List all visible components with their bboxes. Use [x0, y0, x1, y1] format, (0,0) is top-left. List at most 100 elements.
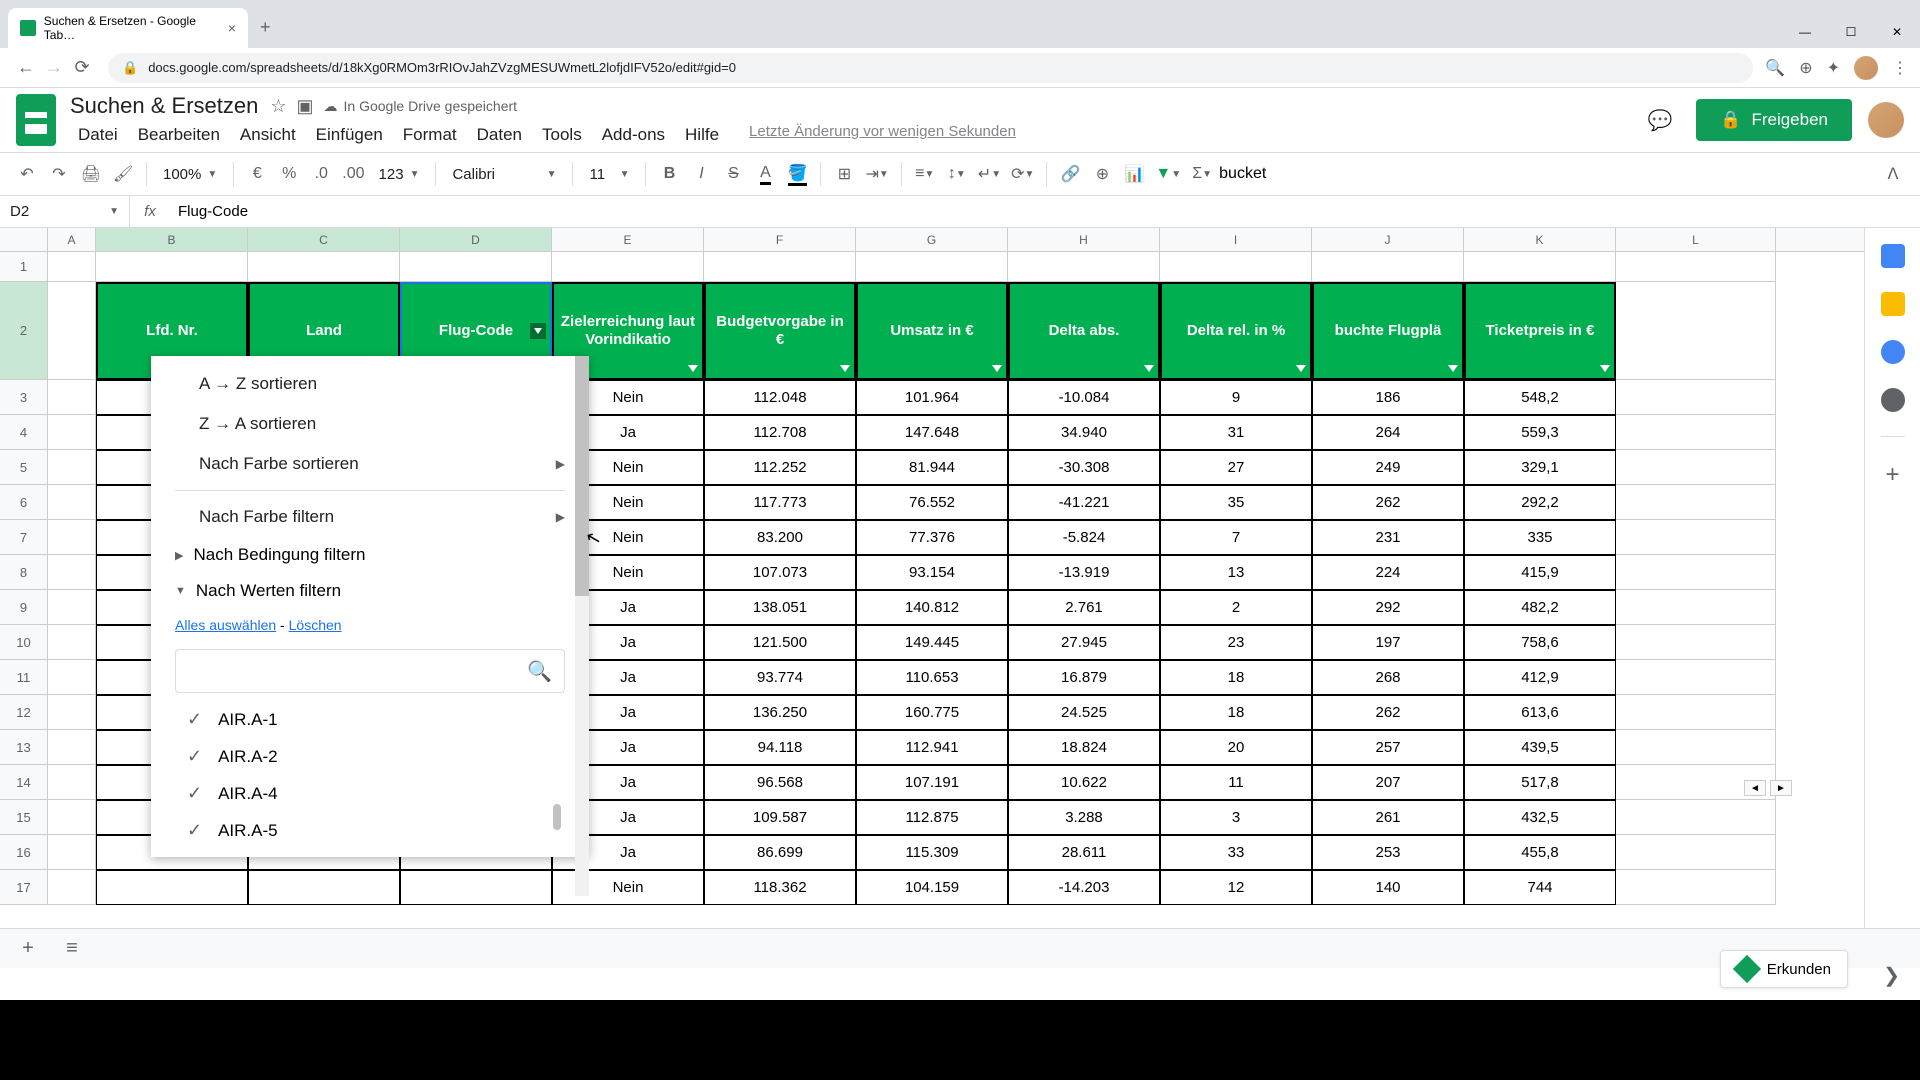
- cell[interactable]: 104.159: [856, 870, 1008, 905]
- cell[interactable]: [1616, 415, 1776, 450]
- cell[interactable]: [48, 625, 96, 660]
- cell[interactable]: [48, 730, 96, 765]
- cell[interactable]: [1616, 590, 1776, 625]
- cell[interactable]: 292: [1312, 590, 1464, 625]
- table-header-cell[interactable]: buchte Flugplä: [1312, 282, 1464, 380]
- cell[interactable]: -5.824: [1008, 520, 1160, 555]
- cell[interactable]: 81.944: [856, 450, 1008, 485]
- cell[interactable]: 28.611: [1008, 835, 1160, 870]
- cell[interactable]: 257: [1312, 730, 1464, 765]
- cell[interactable]: 110.653: [856, 660, 1008, 695]
- strikethrough-button[interactable]: S: [718, 159, 748, 189]
- cell[interactable]: [48, 415, 96, 450]
- paint-format-button[interactable]: 🖌: [108, 159, 138, 189]
- explore-button[interactable]: Erkunden: [1720, 950, 1848, 988]
- spreadsheet-grid[interactable]: A B C D E F G H I J K L 12Lfd. Nr.LandFl…: [0, 228, 1864, 928]
- menu-tools[interactable]: Tools: [534, 123, 590, 147]
- link-button[interactable]: 🔗: [1055, 159, 1085, 189]
- percent-button[interactable]: %: [274, 159, 304, 189]
- cell[interactable]: -10.084: [1008, 380, 1160, 415]
- add-sheet-button[interactable]: +: [12, 933, 44, 965]
- cell[interactable]: 136.250: [704, 695, 856, 730]
- user-avatar[interactable]: [1868, 102, 1904, 138]
- cell[interactable]: 34.940: [1008, 415, 1160, 450]
- row-header[interactable]: 13: [0, 730, 48, 765]
- cell[interactable]: -30.308: [1008, 450, 1160, 485]
- last-change-link[interactable]: Letzte Änderung vor wenigen Sekunden: [749, 123, 1016, 147]
- reload-button[interactable]: ⟳: [68, 54, 96, 82]
- menu-daten[interactable]: Daten: [469, 123, 530, 147]
- cell[interactable]: [400, 252, 552, 282]
- search-addr-icon[interactable]: 🔍: [1765, 58, 1785, 78]
- col-header-K[interactable]: K: [1464, 228, 1616, 251]
- cell[interactable]: 264: [1312, 415, 1464, 450]
- hscroll-left-button[interactable]: ◄: [1744, 780, 1766, 796]
- select-all-link[interactable]: Alles auswählen: [175, 617, 276, 633]
- cell[interactable]: [1616, 450, 1776, 485]
- cell[interactable]: 613,6: [1464, 695, 1616, 730]
- col-header-E[interactable]: E: [552, 228, 704, 251]
- select-all-corner[interactable]: [0, 228, 48, 251]
- filter-value-item[interactable]: ✓AIR.A-5: [175, 812, 565, 849]
- cell[interactable]: 101.964: [856, 380, 1008, 415]
- cell[interactable]: [1616, 730, 1776, 765]
- dropdown-scrollbar-thumb[interactable]: [575, 356, 589, 596]
- cell[interactable]: [96, 870, 248, 905]
- cell[interactable]: 93.774: [704, 660, 856, 695]
- filter-button[interactable]: ▼▼: [1151, 159, 1185, 189]
- comment-button[interactable]: ⊕: [1087, 159, 1117, 189]
- cell[interactable]: 261: [1312, 800, 1464, 835]
- cell[interactable]: [1616, 252, 1776, 282]
- tasks-sidebar-icon[interactable]: [1881, 340, 1905, 364]
- menu-hilfe[interactable]: Hilfe: [677, 123, 727, 147]
- cell[interactable]: 18.824: [1008, 730, 1160, 765]
- url-input[interactable]: 🔒 docs.google.com/spreadsheets/d/18kXg0R…: [108, 53, 1753, 83]
- functions-button[interactable]: Σ▼: [1187, 159, 1217, 189]
- browser-tab[interactable]: Suchen & Ersetzen - Google Tab… ×: [8, 8, 248, 48]
- cell[interactable]: [1616, 520, 1776, 555]
- row-header[interactable]: 2: [0, 282, 48, 380]
- cell[interactable]: 93.154: [856, 555, 1008, 590]
- row-header[interactable]: 12: [0, 695, 48, 730]
- filter-value-item[interactable]: ✓AIR.A-4: [175, 775, 565, 812]
- menu-addons[interactable]: Add-ons: [594, 123, 673, 147]
- cell[interactable]: 517,8: [1464, 765, 1616, 800]
- row-header[interactable]: 8: [0, 555, 48, 590]
- cell[interactable]: [1160, 252, 1312, 282]
- italic-button[interactable]: I: [686, 159, 716, 189]
- cell[interactable]: 439,5: [1464, 730, 1616, 765]
- row-header[interactable]: 5: [0, 450, 48, 485]
- cell[interactable]: 117.773: [704, 485, 856, 520]
- cell[interactable]: 107.191: [856, 765, 1008, 800]
- sheets-logo[interactable]: [16, 94, 56, 146]
- cell[interactable]: 112.875: [856, 800, 1008, 835]
- share-button[interactable]: 🔒 Freigeben: [1696, 99, 1852, 141]
- zoom-select[interactable]: 100%▼: [155, 166, 225, 183]
- cell[interactable]: [48, 870, 96, 905]
- cell[interactable]: 35: [1160, 485, 1312, 520]
- cell[interactable]: 112.252: [704, 450, 856, 485]
- cell[interactable]: [1616, 660, 1776, 695]
- cell[interactable]: 2.761: [1008, 590, 1160, 625]
- cell[interactable]: [48, 835, 96, 870]
- filter-value-item[interactable]: ✓AIR.A-1: [175, 701, 565, 738]
- close-window-button[interactable]: ✕: [1874, 16, 1920, 48]
- cell[interactable]: 412,9: [1464, 660, 1616, 695]
- table-header-cell[interactable]: Budgetvorgabe in €: [704, 282, 856, 380]
- cell[interactable]: 33: [1160, 835, 1312, 870]
- undo-button[interactable]: ↶: [12, 159, 42, 189]
- halign-button[interactable]: ≡▼: [910, 159, 940, 189]
- minimize-button[interactable]: —: [1782, 16, 1828, 48]
- cell[interactable]: 13: [1160, 555, 1312, 590]
- cell[interactable]: 121.500: [704, 625, 856, 660]
- merge-button[interactable]: ⇥▼: [861, 159, 892, 189]
- cell[interactable]: 107.073: [704, 555, 856, 590]
- filter-by-condition-item[interactable]: ▶Nach Bedingung filtern: [151, 537, 589, 573]
- cell[interactable]: [1616, 835, 1776, 870]
- cell[interactable]: 77.376: [856, 520, 1008, 555]
- cell[interactable]: 432,5: [1464, 800, 1616, 835]
- cell[interactable]: 3: [1160, 800, 1312, 835]
- cell[interactable]: 758,6: [1464, 625, 1616, 660]
- keep-sidebar-icon[interactable]: [1881, 292, 1905, 316]
- col-header-J[interactable]: J: [1312, 228, 1464, 251]
